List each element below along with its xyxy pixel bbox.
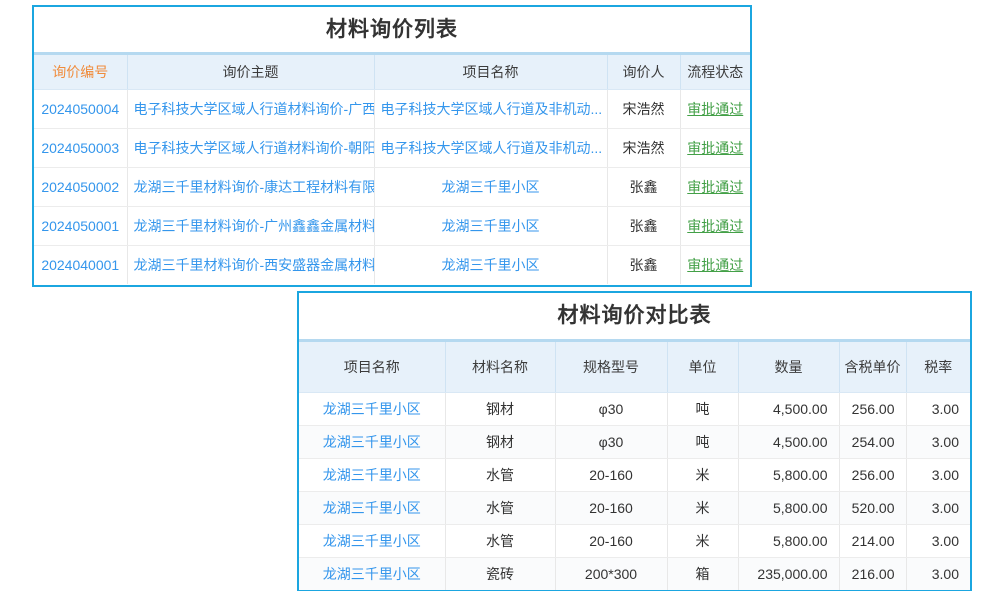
project-name-link[interactable]: 龙湖三千里小区 [442, 179, 540, 195]
quantity: 5,800.00 [738, 524, 839, 557]
inquirer-name: 张鑫 [607, 167, 680, 206]
material-name: 钢材 [445, 425, 555, 458]
tax-incl-price: 214.00 [839, 524, 906, 557]
spec-model: 20-160 [555, 524, 667, 557]
col-header-project-name: 项目名称 [299, 342, 445, 392]
unit: 箱 [667, 557, 738, 590]
tax-rate: 3.00 [906, 524, 970, 557]
tax-rate: 3.00 [906, 392, 970, 425]
inquiry-no-link[interactable]: 2024050004 [41, 101, 119, 117]
tax-incl-price: 256.00 [839, 392, 906, 425]
col-header-inquirer: 询价人 [607, 55, 680, 89]
inquiry-row: 2024050002 龙湖三千里材料询价-康达工程材料有限... 龙湖三千里小区… [34, 167, 750, 206]
spec-model: 20-160 [555, 458, 667, 491]
tax-incl-price: 216.00 [839, 557, 906, 590]
comparison-row: 龙湖三千里小区 钢材 φ30 吨 4,500.00 256.00 3.00 [299, 392, 970, 425]
comparison-title: 材料询价对比表 [299, 293, 970, 342]
tax-rate: 3.00 [906, 458, 970, 491]
material-name: 水管 [445, 491, 555, 524]
comparison-row: 龙湖三千里小区 水管 20-160 米 5,800.00 520.00 3.00 [299, 491, 970, 524]
inquiry-subject-link[interactable]: 龙湖三千里材料询价-广州鑫鑫金属材料... [134, 218, 375, 234]
inquiry-row: 2024050004 电子科技大学区域人行道材料询价-广西... 电子科技大学区… [34, 89, 750, 128]
comparison-row: 龙湖三千里小区 水管 20-160 米 5,800.00 214.00 3.00 [299, 524, 970, 557]
spec-model: φ30 [555, 392, 667, 425]
status-link[interactable]: 审批通过 [687, 257, 743, 273]
unit: 吨 [667, 425, 738, 458]
inquirer-name: 张鑫 [607, 206, 680, 245]
inquiry-subject-link[interactable]: 电子科技大学区域人行道材料询价-广西... [134, 101, 375, 117]
comparison-row: 龙湖三千里小区 瓷砖 200*300 箱 235,000.00 216.00 3… [299, 557, 970, 590]
inquiry-no-link[interactable]: 2024050002 [41, 179, 119, 195]
col-header-spec-model: 规格型号 [555, 342, 667, 392]
inquiry-no-link[interactable]: 2024050001 [41, 218, 119, 234]
material-inquiry-list-panel: 材料询价列表 询价编号 询价主题 项目名称 询价人 流程状态 202405000… [32, 5, 752, 287]
status-link[interactable]: 审批通过 [687, 218, 743, 234]
comparison-header-row: 项目名称 材料名称 规格型号 单位 数量 含税单价 税率 [299, 342, 970, 392]
inquiry-no-link[interactable]: 2024050003 [41, 140, 119, 156]
col-header-project-name: 项目名称 [374, 55, 607, 89]
project-name-link[interactable]: 龙湖三千里小区 [442, 257, 540, 273]
project-name-link[interactable]: 龙湖三千里小区 [323, 566, 421, 582]
comparison-row: 龙湖三千里小区 钢材 φ30 吨 4,500.00 254.00 3.00 [299, 425, 970, 458]
comparison-table: 项目名称 材料名称 规格型号 单位 数量 含税单价 税率 龙湖三千里小区 钢材 … [299, 342, 970, 590]
tax-rate: 3.00 [906, 425, 970, 458]
tax-rate: 3.00 [906, 557, 970, 590]
inquiry-subject-link[interactable]: 龙湖三千里材料询价-康达工程材料有限... [134, 179, 375, 195]
spec-model: 20-160 [555, 491, 667, 524]
status-link[interactable]: 审批通过 [687, 179, 743, 195]
project-name-link[interactable]: 龙湖三千里小区 [323, 401, 421, 417]
status-link[interactable]: 审批通过 [687, 101, 743, 117]
project-name-link[interactable]: 龙湖三千里小区 [323, 434, 421, 450]
tax-incl-price: 254.00 [839, 425, 906, 458]
inquiry-list-header-row: 询价编号 询价主题 项目名称 询价人 流程状态 [34, 55, 750, 89]
material-name: 钢材 [445, 392, 555, 425]
spec-model: 200*300 [555, 557, 667, 590]
col-header-inquiry-no: 询价编号 [34, 55, 127, 89]
inquiry-row: 2024050001 龙湖三千里材料询价-广州鑫鑫金属材料... 龙湖三千里小区… [34, 206, 750, 245]
quantity: 5,800.00 [738, 458, 839, 491]
inquiry-subject-link[interactable]: 电子科技大学区域人行道材料询价-朝阳... [134, 140, 375, 156]
col-header-status: 流程状态 [680, 55, 750, 89]
project-name-link[interactable]: 龙湖三千里小区 [323, 467, 421, 483]
col-header-inquiry-subject: 询价主题 [127, 55, 374, 89]
material-name: 瓷砖 [445, 557, 555, 590]
tax-rate: 3.00 [906, 491, 970, 524]
inquiry-list-table: 询价编号 询价主题 项目名称 询价人 流程状态 2024050004 电子科技大… [34, 55, 750, 284]
spec-model: φ30 [555, 425, 667, 458]
project-name-link[interactable]: 龙湖三千里小区 [323, 533, 421, 549]
tax-incl-price: 256.00 [839, 458, 906, 491]
unit: 米 [667, 524, 738, 557]
col-header-quantity: 数量 [738, 342, 839, 392]
material-name: 水管 [445, 458, 555, 491]
project-name-link[interactable]: 龙湖三千里小区 [323, 500, 421, 516]
comparison-row: 龙湖三千里小区 水管 20-160 米 5,800.00 256.00 3.00 [299, 458, 970, 491]
status-link[interactable]: 审批通过 [687, 140, 743, 156]
material-comparison-panel: 材料询价对比表 项目名称 材料名称 规格型号 单位 数量 含税单价 税率 龙湖三… [297, 291, 972, 591]
quantity: 4,500.00 [738, 392, 839, 425]
inquiry-row: 2024040001 龙湖三千里材料询价-西安盛器金属材料... 龙湖三千里小区… [34, 245, 750, 284]
inquiry-row: 2024050003 电子科技大学区域人行道材料询价-朝阳... 电子科技大学区… [34, 128, 750, 167]
inquiry-list-title: 材料询价列表 [34, 7, 750, 55]
inquiry-subject-link[interactable]: 龙湖三千里材料询价-西安盛器金属材料... [134, 257, 375, 273]
col-header-tax-rate: 税率 [906, 342, 970, 392]
inquirer-name: 宋浩然 [607, 89, 680, 128]
col-header-unit: 单位 [667, 342, 738, 392]
inquirer-name: 宋浩然 [607, 128, 680, 167]
quantity: 235,000.00 [738, 557, 839, 590]
unit: 米 [667, 458, 738, 491]
project-name-link[interactable]: 电子科技大学区域人行道及非机动... [381, 140, 603, 156]
col-header-material-name: 材料名称 [445, 342, 555, 392]
col-header-tax-incl-price: 含税单价 [839, 342, 906, 392]
material-name: 水管 [445, 524, 555, 557]
project-name-link[interactable]: 电子科技大学区域人行道及非机动... [381, 101, 603, 117]
quantity: 4,500.00 [738, 425, 839, 458]
unit: 吨 [667, 392, 738, 425]
inquirer-name: 张鑫 [607, 245, 680, 284]
project-name-link[interactable]: 龙湖三千里小区 [442, 218, 540, 234]
unit: 米 [667, 491, 738, 524]
inquiry-no-link[interactable]: 2024040001 [41, 257, 119, 273]
tax-incl-price: 520.00 [839, 491, 906, 524]
quantity: 5,800.00 [738, 491, 839, 524]
